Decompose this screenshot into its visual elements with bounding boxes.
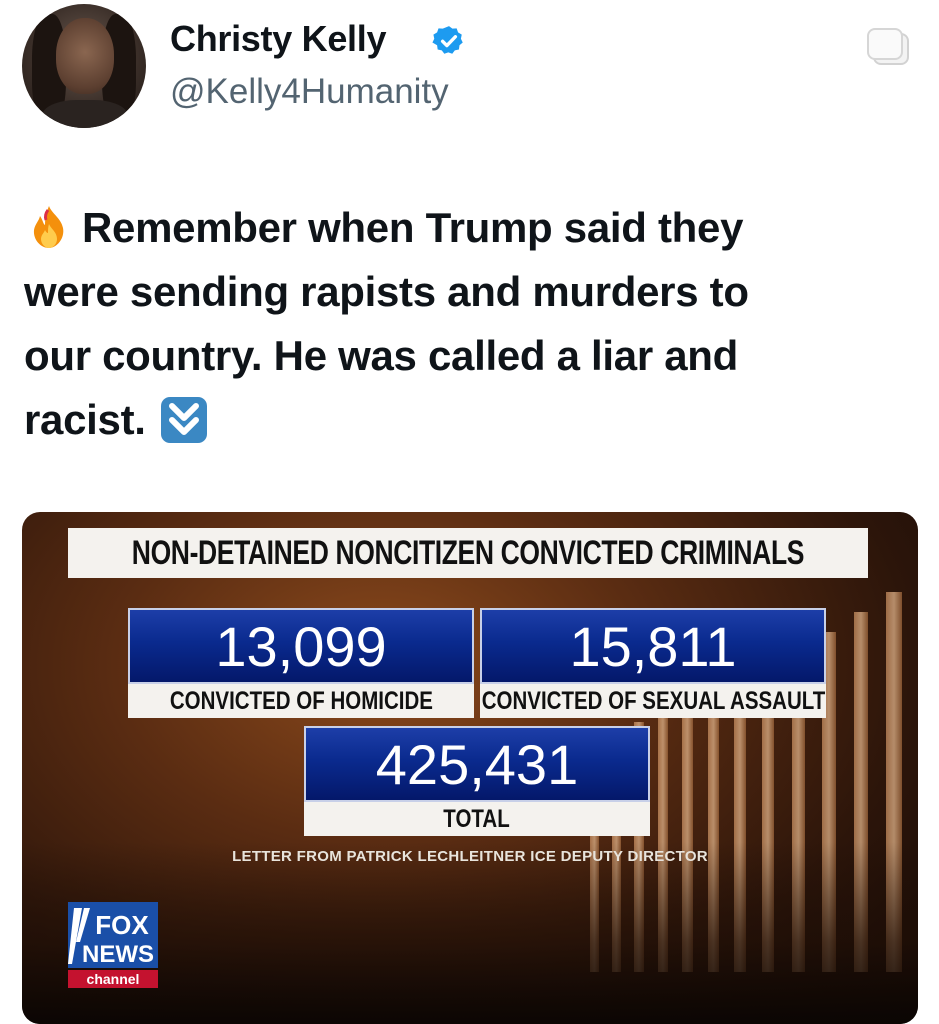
tweet-line: racist. — [24, 388, 904, 452]
stat-sexual-assault: 15,811 CONVICTED OF SEXUAL ASSAULT — [480, 608, 826, 718]
tweet-line: Remember when Trump said they — [24, 196, 904, 260]
logo-fox-text: FOX — [95, 910, 149, 940]
graphic-header: NON-DETAINED NONCITIZEN CONVICTED CRIMIN… — [68, 528, 868, 578]
stat-label: CONVICTED OF HOMICIDE — [128, 684, 474, 718]
graphic-header-text: NON-DETAINED NONCITIZEN CONVICTED CRIMIN… — [131, 533, 805, 572]
stat-homicide: 13,099 CONVICTED OF HOMICIDE — [128, 608, 474, 718]
stat-value: 13,099 — [128, 608, 474, 684]
display-name[interactable]: Christy Kelly — [170, 18, 386, 60]
avatar-shirt — [42, 100, 128, 128]
avatar-face — [56, 18, 114, 94]
avatar[interactable] — [22, 4, 146, 128]
tweet-media-image[interactable]: NON-DETAINED NONCITIZEN CONVICTED CRIMIN… — [22, 512, 918, 1024]
tweet-line-1: Remember when Trump said they — [82, 204, 744, 251]
tweet-line-3: our country. He was called a liar and — [24, 332, 739, 379]
fire-emoji-icon — [33, 206, 64, 248]
tweet-line-4: racist. — [24, 396, 146, 443]
logo-channel-text: channel — [87, 971, 140, 987]
graphic-source-caption: LETTER FROM PATRICK LECHLEITNER ICE DEPU… — [232, 848, 708, 865]
stat-label: CONVICTED OF SEXUAL ASSAULT — [480, 684, 826, 718]
tweet-text: Remember when Trump said they were sendi… — [24, 196, 904, 452]
stat-label: TOTAL — [304, 802, 650, 836]
logo-news-text: NEWS — [82, 941, 154, 968]
double-down-arrow-icon — [160, 397, 207, 443]
copy-icon[interactable] — [864, 26, 914, 70]
stat-total: 425,431 TOTAL — [304, 726, 650, 836]
verified-badge-icon — [432, 26, 463, 54]
fox-news-logo: FOX NEWS channel — [68, 902, 158, 988]
tweet-line-2: were sending rapists and murders to — [24, 268, 749, 315]
user-handle[interactable]: @Kelly4Humanity — [170, 72, 449, 112]
stat-value: 15,811 — [480, 608, 826, 684]
stat-value: 425,431 — [304, 726, 650, 802]
